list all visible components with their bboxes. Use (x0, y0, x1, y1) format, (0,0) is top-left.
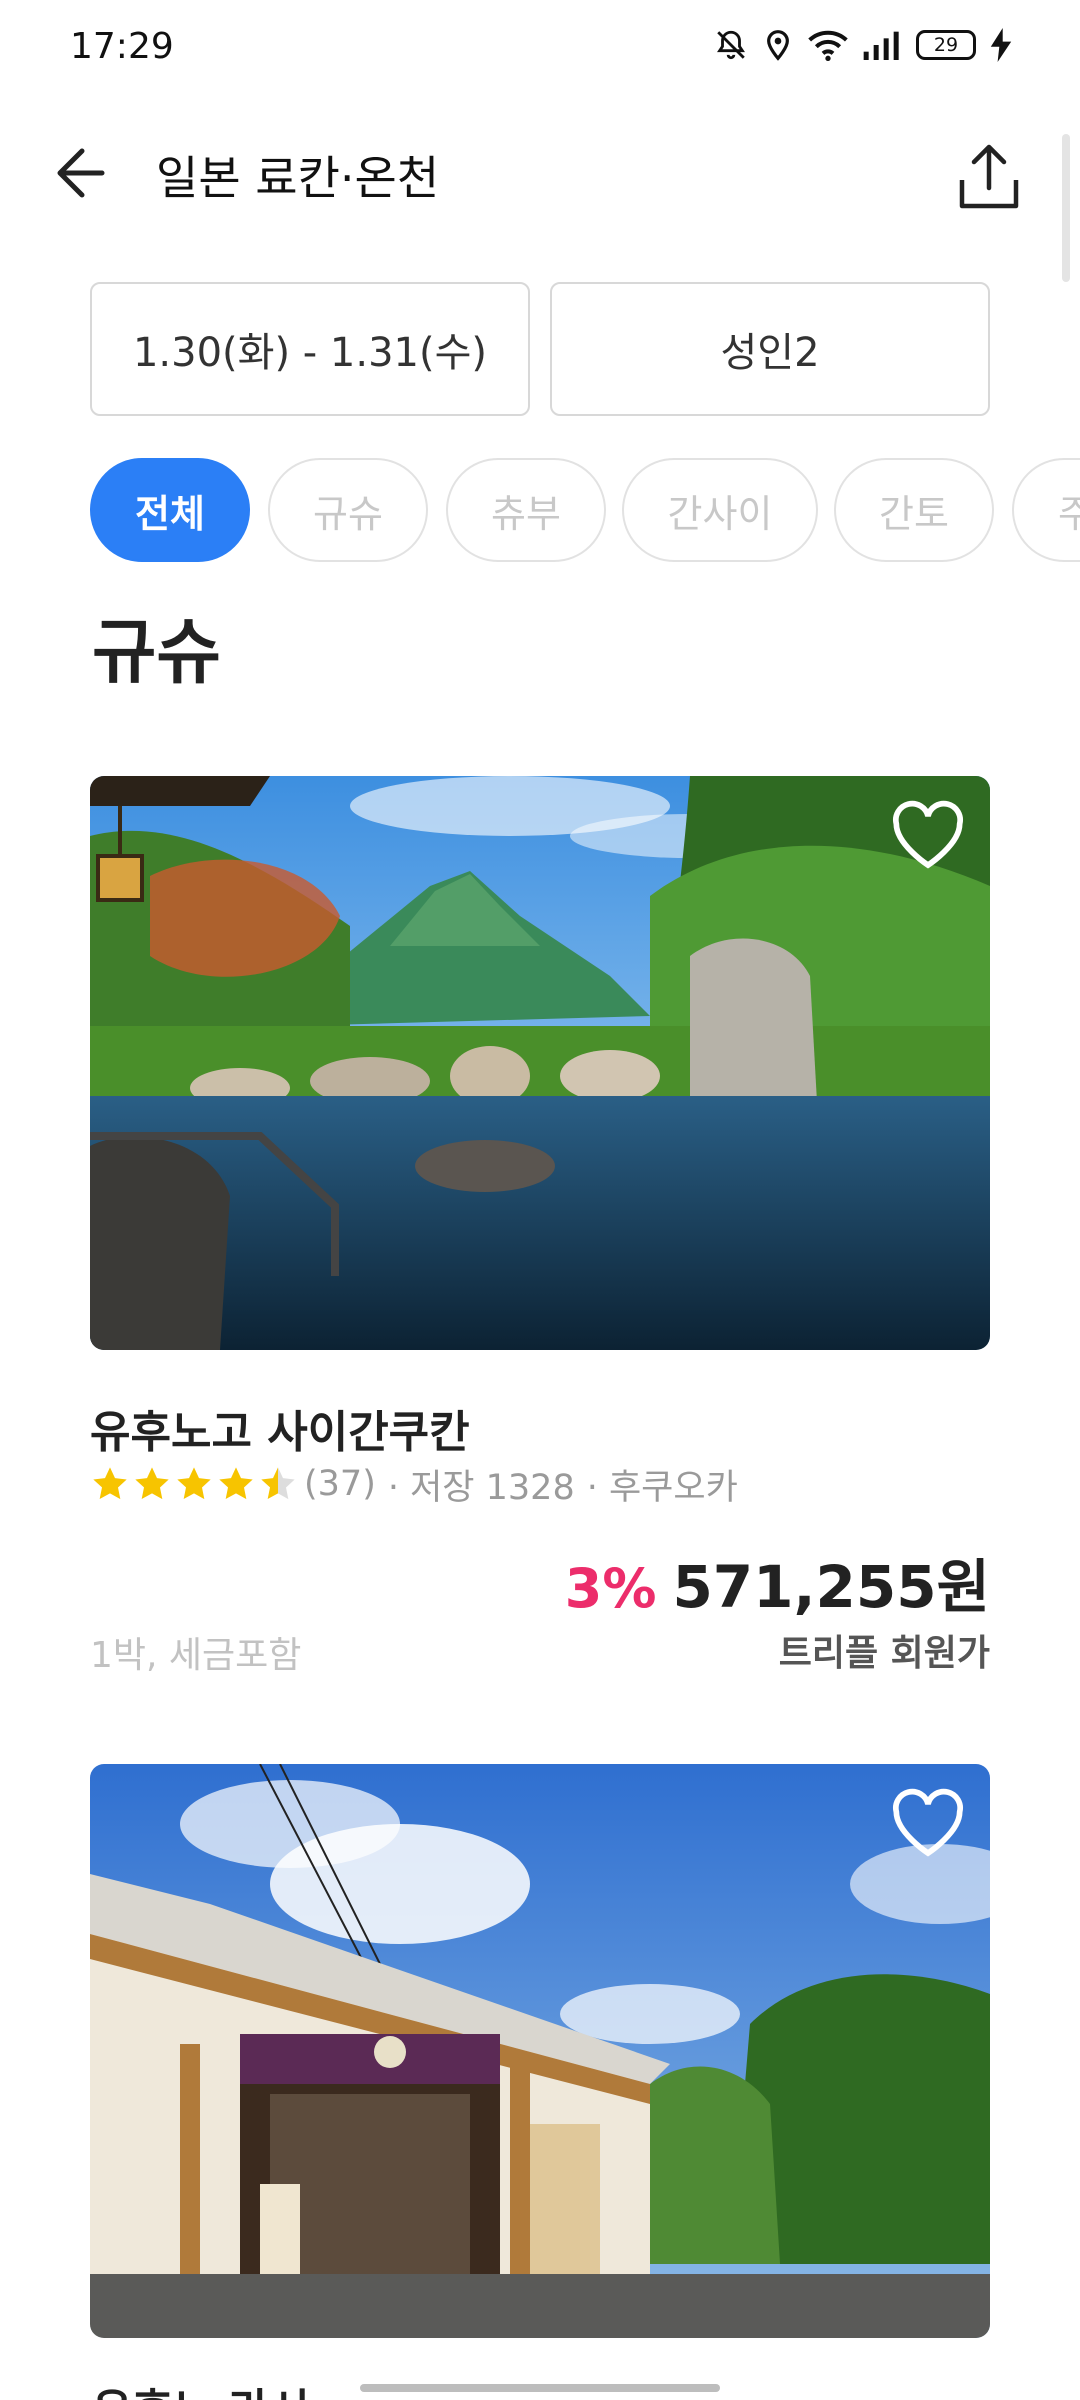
listing-price: 571,255원 (672, 1553, 990, 1621)
listing-image[interactable] (90, 1764, 990, 2338)
signal-icon (863, 31, 899, 60)
tab-kanto[interactable]: 간토 (834, 458, 994, 562)
status-bar: 17:29 29 (0, 0, 1080, 96)
heart-icon (893, 800, 963, 869)
date-filter-button[interactable]: 1.30(화) - 1.31(수) (90, 282, 530, 416)
discount-badge: 3% (564, 1557, 657, 1620)
share-button[interactable] (952, 140, 1026, 214)
listing-name[interactable]: 유후노고 사이간쿠칸 (90, 1396, 470, 1460)
page-title: 일본 료칸·온천 (156, 151, 440, 205)
tab-kansai[interactable]: 간사이 (622, 458, 818, 562)
price-row: 3% 571,255원 (565, 1540, 990, 1624)
listing-name[interactable]: 유후노 라시 (92, 2374, 310, 2400)
share-icon (959, 144, 1019, 209)
favorite-button[interactable] (890, 800, 966, 870)
tab-chubu[interactable]: 츄부 (446, 458, 606, 562)
nights-tax-note: 1박, 세금포함 (90, 1635, 302, 1676)
guests-filter-button[interactable]: 성인2 (550, 282, 990, 416)
back-button[interactable] (52, 138, 122, 208)
bell-off-icon (717, 30, 745, 60)
star-rating (90, 1464, 298, 1504)
star-icon (177, 1467, 211, 1500)
scrollbar-thumb[interactable] (1062, 134, 1070, 282)
listing-location: · 후쿠오카 (586, 1467, 738, 1508)
review-count: (37) (304, 1464, 376, 1504)
charging-icon (990, 28, 1012, 62)
tab-kyushu[interactable]: 규슈 (268, 458, 428, 562)
home-indicator[interactable] (360, 2384, 720, 2392)
wifi-icon (808, 30, 848, 61)
tab-all[interactable]: 전체 (90, 458, 250, 562)
arrow-left-icon (57, 148, 105, 198)
half-star-icon (261, 1467, 295, 1500)
region-tabs: 전체 규슈 츄부 간사이 간토 주 (90, 458, 1080, 562)
rating-row: (37) · 저장 1328 · 후쿠오카 (90, 1460, 738, 1508)
member-price-label: 트리플 회원가 (778, 1633, 990, 1674)
star-icon (93, 1467, 127, 1500)
star-icon (135, 1467, 169, 1500)
favorite-button[interactable] (890, 1788, 966, 1858)
location-icon (767, 30, 789, 61)
status-icons: 29 (714, 28, 1012, 62)
save-count: · 저장 1328 (387, 1467, 575, 1508)
section-title: 규슈 (92, 611, 221, 693)
search-filters: 1.30(화) - 1.31(수) 성인2 (90, 282, 990, 416)
star-icon (219, 1467, 253, 1500)
heart-icon (893, 1788, 963, 1857)
battery-level: 29 (933, 34, 959, 56)
status-time: 17:29 (70, 26, 174, 67)
listing-image[interactable] (90, 776, 990, 1350)
tab-partial[interactable]: 주 (1012, 458, 1080, 562)
battery-icon: 29 (916, 30, 976, 60)
top-app-bar: 일본 료칸·온천 (0, 110, 1080, 240)
